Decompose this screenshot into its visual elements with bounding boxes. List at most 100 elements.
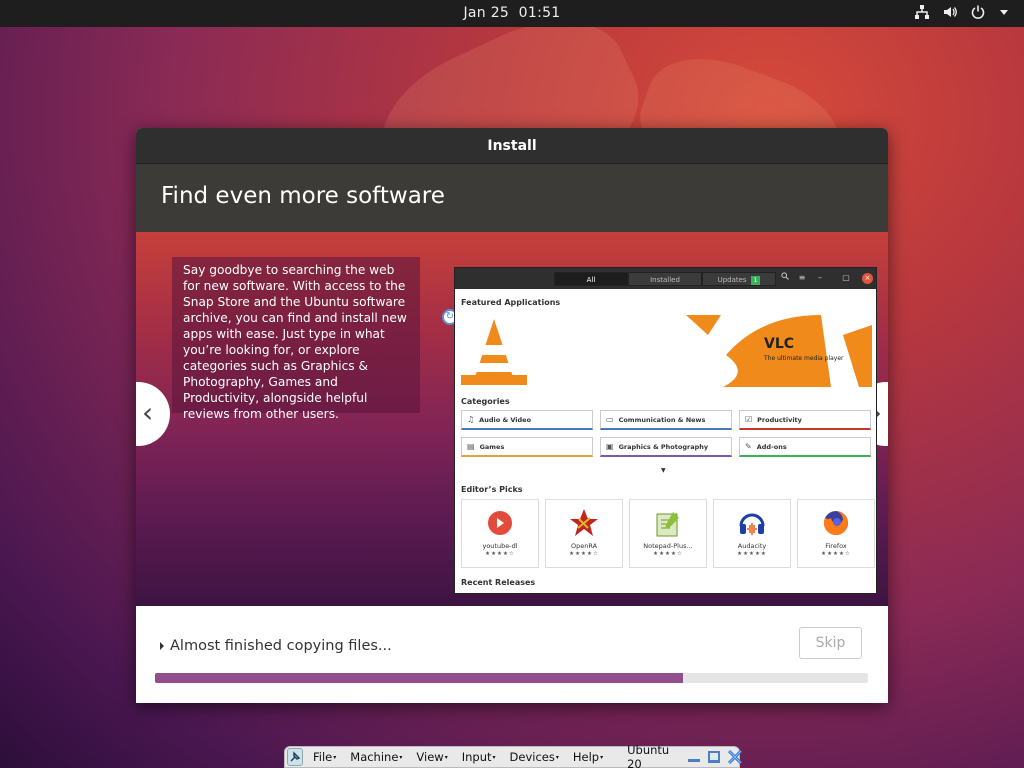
volume-icon[interactable] [942, 4, 958, 20]
vm-name: Ubuntu 20 [627, 743, 670, 768]
category-label: Graphics & Photography [618, 442, 709, 451]
category-grid: ♫ Audio & Video ▭ Communication & News ☑ Pr… [461, 410, 873, 457]
pick-name: youtube-dl [482, 542, 518, 550]
recent-releases-heading: Recent Releases [461, 578, 536, 587]
menu-help[interactable]: Help▾ [573, 750, 603, 764]
status-text: Almost finished copying files... [170, 638, 392, 654]
youtube-dl-icon [462, 508, 538, 538]
featured-subtitle: The ultimate media player [764, 355, 844, 362]
menu-view[interactable]: View▾ [416, 750, 447, 764]
dropdown-arrow-icon: ▾ [600, 754, 604, 761]
exit-fullscreen-icon[interactable] [707, 750, 721, 764]
maximize-icon: ▢ [842, 273, 850, 282]
music-note-icon: ♫ [467, 414, 475, 424]
menu-label: File [313, 750, 333, 764]
tab-updates: Updates 1 [702, 272, 776, 286]
pick-card: Notepad-Plus... ★★★★☆ [629, 499, 707, 568]
system-tray[interactable] [914, 4, 1010, 20]
pick-rating: ★★★★☆ [821, 551, 851, 557]
category-label: Add-ons [756, 442, 787, 451]
dropdown-arrow-icon: ▾ [555, 754, 559, 761]
search-icon [778, 271, 792, 285]
pick-name: Firefox [825, 542, 847, 550]
notepad-plus-plus-icon [630, 508, 706, 538]
menu-label: Input [461, 750, 492, 764]
pick-rating: ★★★★☆ [653, 551, 683, 557]
minimize-icon: – [818, 273, 822, 282]
minimize-window-icon[interactable] [687, 750, 701, 764]
tab-all: All [554, 272, 628, 286]
expander-triangle-icon [160, 642, 164, 650]
network-icon[interactable] [914, 4, 930, 20]
close-icon: × [862, 273, 873, 284]
chevron-down-icon: ▼ [661, 467, 666, 474]
editors-picks-list: youtube-dl ★★★★☆ OpenRA ★★★★☆ Notepad-Pl… [461, 499, 875, 568]
featured-title: VLC [764, 336, 795, 352]
category-label: Games [479, 442, 505, 451]
pin-icon[interactable] [287, 748, 303, 766]
pick-rating: ★★★★☆ [569, 551, 599, 557]
menu-devices[interactable]: Devices▾ [510, 750, 559, 764]
category-communication-news: ▭ Communication & News [600, 410, 732, 430]
pick-name: Notepad-Plus... [643, 542, 693, 550]
featured-heading: Featured Applications [461, 298, 561, 307]
categories-heading: Categories [461, 397, 510, 406]
firefox-icon [798, 508, 874, 538]
slideshow: Say goodbye to searching the web for new… [136, 232, 888, 606]
pick-rating: ★★★★★ [737, 551, 767, 557]
menu-file[interactable]: File▾ [313, 750, 336, 764]
pick-card: youtube-dl ★★★★☆ [461, 499, 539, 568]
pick-card: Firefox ★★★★☆ [797, 499, 875, 568]
installer-window: Install Find even more software Say good… [136, 128, 888, 703]
dropdown-arrow-icon: ▾ [444, 754, 448, 761]
progress-bar [155, 673, 868, 683]
snap-store-tabs: All Installed Updates 1 [554, 272, 776, 286]
menu-label: Help [572, 750, 600, 764]
slide-heading: Find even more software [136, 164, 888, 232]
menu-machine[interactable]: Machine▾ [350, 750, 402, 764]
close-vm-icon[interactable] [727, 749, 743, 765]
category-graphics-photography: ▣ Graphics & Photography [600, 437, 732, 457]
pick-name: OpenRA [570, 542, 598, 550]
dropdown-arrow-icon: ▾ [492, 754, 496, 761]
featured-banner: VLC The ultimate media player [461, 315, 872, 387]
image-icon: ▣ [606, 441, 614, 451]
pick-name: Audacity [737, 542, 767, 550]
vlc-cone-icon [461, 315, 872, 387]
puzzle-icon: ✎ [745, 441, 752, 451]
pick-card: OpenRA ★★★★☆ [545, 499, 623, 568]
pick-card: Audacity ★★★★★ [713, 499, 791, 568]
virtualbox-mini-toolbar: File▾ Machine▾ View▾ Input▾ Devices▾ Hel… [284, 743, 743, 768]
category-audio-video: ♫ Audio & Video [461, 410, 593, 430]
pick-rating: ★★★★☆ [485, 551, 515, 557]
clock-date: Jan 25 [463, 5, 510, 21]
game-icon: ▤ [467, 441, 475, 451]
updates-badge: 1 [750, 276, 761, 285]
category-add-ons: ✎ Add-ons [739, 437, 871, 457]
tab-updates-label: Updates [717, 276, 747, 284]
chat-icon: ▭ [606, 414, 614, 424]
progress-bar-fill [155, 673, 683, 683]
category-label: Productivity [757, 415, 802, 424]
status-expander[interactable]: Almost finished copying files... [160, 638, 392, 654]
menu-input[interactable]: Input▾ [462, 750, 496, 764]
power-icon[interactable] [970, 4, 986, 20]
chevron-down-icon[interactable] [998, 6, 1010, 18]
previous-slide-button[interactable]: ‹ [136, 382, 170, 446]
menu-label: View [416, 750, 444, 764]
install-status-area: Almost finished copying files... Skip [136, 606, 888, 703]
top-panel: Jan 25 01:51 [0, 0, 1024, 27]
clock[interactable]: Jan 25 01:51 [0, 5, 1024, 21]
tab-installed: Installed [628, 272, 702, 286]
snap-store-headerbar: All Installed Updates 1 ≡ – ▢ × [455, 268, 876, 289]
audacity-icon [714, 508, 790, 538]
snap-store-screenshot: All Installed Updates 1 ≡ – ▢ × Featured … [454, 267, 877, 594]
skip-button[interactable]: Skip [799, 627, 862, 659]
dropdown-arrow-icon: ▾ [399, 754, 403, 761]
category-productivity: ☑ Productivity [739, 410, 871, 430]
editors-picks-heading: Editor’s Picks [461, 485, 523, 494]
category-label: Communication & News [618, 415, 706, 424]
dropdown-arrow-icon: ▾ [333, 754, 337, 761]
menu-icon: ≡ [798, 273, 806, 282]
window-title: Install [136, 128, 888, 164]
